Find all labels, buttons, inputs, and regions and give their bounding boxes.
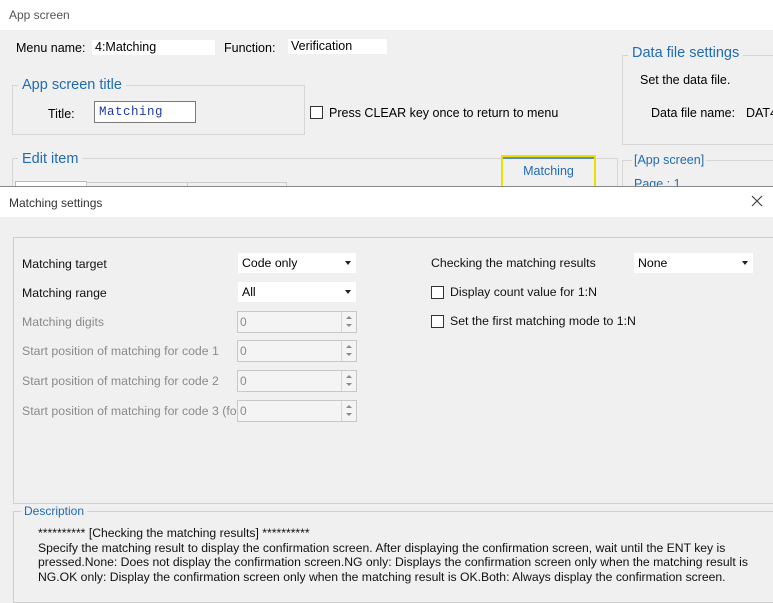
app-screen-info-header: [App screen] xyxy=(632,153,707,167)
start-code2-value: 0 xyxy=(240,374,247,388)
matching-digits-value: 0 xyxy=(240,315,247,329)
data-file-name-value: DAT4 xyxy=(746,106,773,120)
matching-range-label: Matching range xyxy=(22,286,107,300)
matching-target-value: Code only xyxy=(242,256,298,270)
stepper-down-icon xyxy=(346,413,352,416)
stepper-down-icon xyxy=(346,383,352,386)
stepper-up-icon xyxy=(346,316,352,319)
data-file-heading: Data file settings xyxy=(628,45,744,61)
edit-item-heading: Edit item xyxy=(18,151,83,167)
start-code1-value: 0 xyxy=(240,344,247,358)
matching-tab-label: Matching xyxy=(503,157,594,186)
start-code1-label: Start position of matching for code 1 xyxy=(22,344,219,358)
stepper-up-icon xyxy=(346,345,352,348)
matching-settings-dialog: Matching settings Matching target Code o… xyxy=(0,186,773,603)
start-code3-stepper[interactable]: 0 xyxy=(237,400,357,422)
stepper-up-icon xyxy=(346,375,352,378)
checking-results-value: None xyxy=(638,256,668,270)
app-screen-title-heading: App screen title xyxy=(18,77,126,93)
close-icon[interactable] xyxy=(749,193,765,209)
stepper-buttons[interactable] xyxy=(341,371,356,391)
dialog-titlebar: Matching settings xyxy=(0,187,773,217)
matching-tab-button[interactable]: Matching xyxy=(501,155,596,188)
chevron-down-icon xyxy=(345,261,351,265)
data-file-instruction: Set the data file. xyxy=(640,73,731,87)
description-title: Description xyxy=(21,504,88,518)
menu-name-field[interactable]: 4:Matching xyxy=(92,40,215,55)
stepper-buttons[interactable] xyxy=(341,312,356,332)
chevron-down-icon xyxy=(345,290,351,294)
function-field[interactable]: Verification xyxy=(288,39,387,54)
chevron-down-icon xyxy=(742,261,748,265)
menu-name-label: Menu name: xyxy=(16,41,86,55)
display-count-label: Display count value for 1:N xyxy=(450,285,597,299)
press-clear-checkbox[interactable] xyxy=(310,106,323,119)
data-file-name-label: Data file name: xyxy=(651,106,736,120)
stepper-up-icon xyxy=(346,405,352,408)
start-code2-label: Start position of matching for code 2 xyxy=(22,374,219,388)
start-code2-stepper[interactable]: 0 xyxy=(237,370,357,392)
data-file-group xyxy=(622,55,773,145)
settings-panel: Matching target Code only Matching range… xyxy=(13,237,773,504)
start-code1-stepper[interactable]: 0 xyxy=(237,340,357,362)
first-mode-checkbox[interactable] xyxy=(431,315,444,328)
dialog-title: Matching settings xyxy=(9,196,103,210)
display-count-checkbox[interactable] xyxy=(431,286,444,299)
matching-digits-label: Matching digits xyxy=(22,315,105,329)
matching-target-select[interactable]: Code only xyxy=(238,253,356,273)
start-code3-label: Start position of matching for code 3 (f… xyxy=(22,404,237,418)
description-body: Specify the matching result to display t… xyxy=(38,540,748,584)
press-clear-label: Press CLEAR key once to return to menu xyxy=(329,106,559,120)
first-mode-label: Set the first matching mode to 1:N xyxy=(450,314,636,328)
description-text: ********** [Checking the matching result… xyxy=(38,526,758,584)
matching-digits-stepper[interactable]: 0 xyxy=(237,311,357,333)
title-input[interactable]: Matching xyxy=(94,101,196,123)
window-title: App screen xyxy=(9,8,70,22)
checking-results-label: Checking the matching results xyxy=(431,256,596,270)
start-code3-value: 0 xyxy=(240,404,247,418)
checking-results-select[interactable]: None xyxy=(634,253,753,273)
matching-target-label: Matching target xyxy=(22,257,107,271)
function-label: Function: xyxy=(224,41,276,55)
title-label: Title: xyxy=(48,107,75,121)
description-group: Description ********** [Checking the mat… xyxy=(13,504,773,603)
matching-range-select[interactable]: All xyxy=(238,282,356,302)
stepper-down-icon xyxy=(346,353,352,356)
app-screen-titlebar: App screen xyxy=(0,0,773,30)
stepper-buttons[interactable] xyxy=(341,341,356,361)
description-heading-line: ********** [Checking the matching result… xyxy=(38,526,310,540)
stepper-buttons[interactable] xyxy=(341,401,356,421)
matching-range-value: All xyxy=(242,285,256,299)
stepper-down-icon xyxy=(346,324,352,327)
